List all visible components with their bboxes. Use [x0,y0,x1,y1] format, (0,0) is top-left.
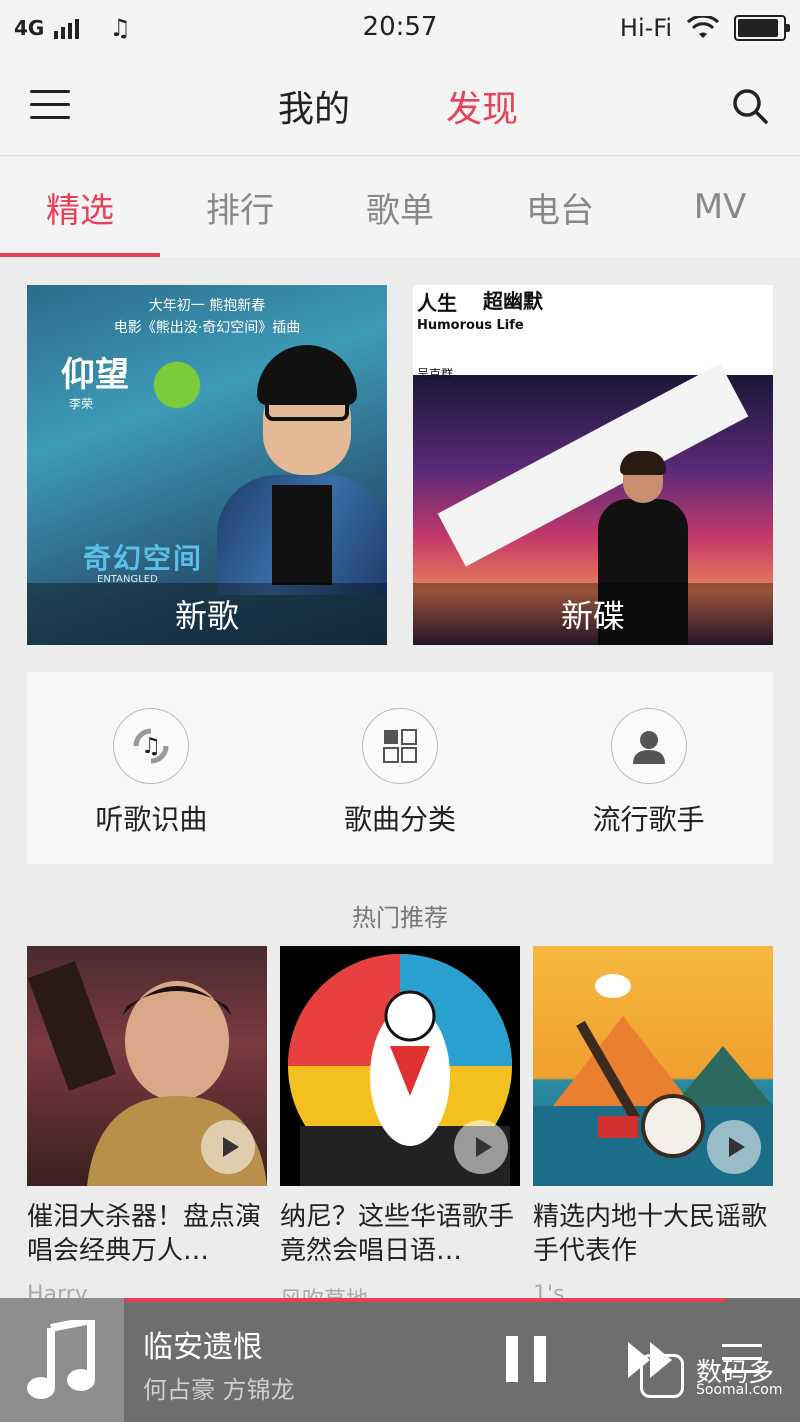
banner-promo-line2: 电影《熊出没·奇幻空间》插曲 [113,320,301,336]
network-type: 4G [14,16,45,40]
music-note-icon [27,1320,95,1399]
music-notification-icon: ♫ [109,14,131,42]
status-bar: 4G ♫ 20:57 Hi-Fi [0,0,800,56]
album-title-part1: 人生 [417,291,457,315]
menu-icon[interactable] [30,90,70,122]
music-recognition-icon: ♫ [113,708,190,784]
singer-person-icon [610,708,687,784]
subtab-mv[interactable]: MV [640,157,800,257]
song-recognition-label: 听歌识曲 [95,803,208,836]
song-recognition-button[interactable]: ♫ 听歌识曲 [27,672,276,864]
playlist-cover [27,946,267,1186]
subtab-charts[interactable]: 排行 [160,157,320,257]
song-category-button[interactable]: 歌曲分类 [276,672,525,864]
banner-song-artist: 李荣 [69,397,94,411]
svg-text:♫: ♫ [141,734,161,759]
popular-singers-button[interactable]: 流行歌手 [524,672,773,864]
playlist-cover [533,946,773,1186]
search-icon[interactable] [730,86,770,126]
song-category-label: 歌曲分类 [344,803,457,836]
tab-discover[interactable]: 发现 [446,80,518,132]
play-icon[interactable] [454,1120,508,1174]
play-icon[interactable] [201,1120,255,1174]
pause-button[interactable] [506,1336,548,1382]
movie-logo-text: 奇幻空间 [83,542,204,575]
signal-icon [54,17,80,39]
playlist-title: 精选内地十大民谣歌手代表作 [533,1202,768,1266]
new-albums-label: 新碟 [413,583,773,645]
sub-tabs: 精选 排行 歌单 电台 MV [0,157,800,257]
new-songs-banner[interactable]: 大年初一 熊抱新春 电影《熊出没·奇幻空间》插曲 仰望 李荣 奇幻空间 ENTA… [27,285,387,645]
popular-singers-label: 流行歌手 [592,803,705,836]
subtab-playlists[interactable]: 歌单 [320,157,480,257]
watermark-logo [640,1354,684,1398]
current-song-artist: 何占豪 方锦龙 [143,1376,295,1404]
new-albums-banner[interactable]: 人生 超幽默 Humorous Life 吴克群 新碟 [413,285,773,645]
subtab-featured[interactable]: 精选 [0,157,160,257]
album-artist-name: 吴克群 [417,367,454,381]
playlist-cover [280,946,520,1186]
hot-recommend-title: 热门推荐 [352,904,448,932]
subtab-radio[interactable]: 电台 [480,157,640,257]
banner-promo-line1: 大年初一 熊抱新春 [148,298,266,314]
current-song-title: 临安遗恨 [143,1330,263,1365]
quick-actions: ♫ 听歌识曲 歌曲分类 流行歌手 [27,672,773,864]
album-title-part2: 超幽默 [483,289,543,313]
playlist-card[interactable]: 纳尼？这些华语歌手竟然会唱日语… 风吹草地 [280,946,520,1314]
battery-icon [734,15,790,41]
new-songs-label: 新歌 [27,583,387,645]
category-grid-icon [362,708,438,784]
tab-mine[interactable]: 我的 [278,80,350,132]
play-icon[interactable] [707,1120,761,1174]
banner-song-title: 仰望 [61,355,129,395]
hifi-indicator: Hi-Fi [619,14,672,42]
top-header: 我的 发现 [0,56,800,156]
playlist-title: 催泪大杀器！盘点演唱会经典万人… [27,1202,262,1266]
clover-decoration [137,345,217,425]
album-art-placeholder[interactable] [0,1298,124,1422]
playback-progress [125,1298,725,1302]
singer-photo [217,345,387,595]
wifi-icon [686,16,720,38]
playlist-card[interactable]: 催泪大杀器！盘点演唱会经典万人… Harry [27,946,267,1307]
playlist-card[interactable]: 精选内地十大民谣歌手代表作 1's [533,946,773,1307]
watermark-url: Soomal.com [696,1382,783,1398]
album-english-title: Humorous Life [417,318,524,333]
playlist-title: 纳尼？这些华语歌手竟然会唱日语… [280,1202,515,1266]
watermark: 数码多 Soomal.com [640,1352,790,1402]
